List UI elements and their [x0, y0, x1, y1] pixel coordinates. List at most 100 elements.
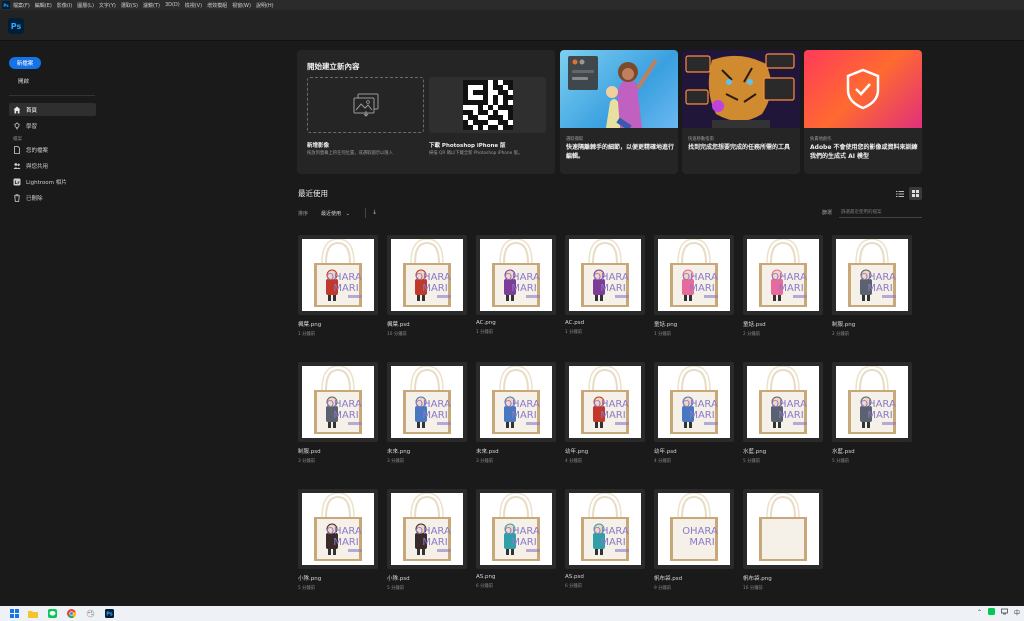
file-thumbnail[interactable]: OHARA MARI	[743, 235, 823, 315]
windows-icon[interactable]	[9, 609, 19, 619]
file-thumbnail[interactable]: OHARA MARI	[565, 362, 645, 442]
svg-text:OHARA: OHARA	[415, 272, 451, 283]
file-tile[interactable]: OHARA MARI 制服.png 2 分鐘前	[832, 235, 912, 337]
chevron-up-icon[interactable]: ⌃	[977, 609, 982, 616]
file-tile[interactable]: OHARA MARI AS.png 6 分鐘前	[476, 489, 556, 589]
file-thumbnail[interactable]	[743, 489, 823, 569]
line-tray-icon[interactable]	[987, 608, 995, 617]
filter-input[interactable]	[839, 207, 922, 218]
file-tile[interactable]: 帆布袋.png 10 分鐘前	[743, 489, 823, 591]
svg-text:MARI: MARI	[511, 283, 536, 294]
file-tile[interactable]: OHARA MARI 幼年.psd 4 分鐘前	[654, 362, 734, 464]
file-tile[interactable]: OHARA MARI AC.psd 1 分鐘前	[565, 235, 645, 335]
file-thumbnail[interactable]: OHARA MARI	[387, 235, 467, 315]
file-tile[interactable]: OHARA MARI 未來.png 3 分鐘前	[387, 362, 467, 464]
file-thumbnail[interactable]: OHARA MARI	[476, 362, 556, 442]
svg-text:OHARA: OHARA	[771, 399, 807, 410]
file-thumbnail[interactable]: OHARA MARI	[387, 362, 467, 442]
photoshop-logo-icon[interactable]: Ps	[8, 18, 24, 34]
grid-view-button[interactable]	[909, 187, 922, 200]
promo-card-select[interactable]: 選取擷取 快速隔離棘手的細節，以便更精確地進行編輯。	[560, 50, 678, 174]
input-language[interactable]: 中	[1014, 608, 1020, 617]
file-thumbnail[interactable]: OHARA MARI	[476, 235, 556, 315]
sidebar-item-your-files[interactable]: 您的檔案	[9, 143, 96, 156]
sidebar-item-lightroom[interactable]: Lr Lightroom 相片	[9, 175, 96, 188]
file-thumbnail[interactable]: OHARA MARI	[743, 362, 823, 442]
menu-help[interactable]: 說明(H)	[256, 2, 274, 9]
chrome-icon[interactable]	[66, 609, 76, 619]
file-tile[interactable]: OHARA MARI 水藍.png 5 分鐘前	[743, 362, 823, 464]
shield-icon	[846, 68, 880, 110]
network-icon[interactable]	[1001, 608, 1008, 617]
menu-edit[interactable]: 編輯(E)	[35, 2, 52, 9]
new-image-dropzone[interactable]	[307, 77, 424, 133]
file-tile[interactable]: OHARA MARI AC.png 1 分鐘前	[476, 235, 556, 335]
qr-code-panel[interactable]	[429, 77, 546, 133]
file-thumbnail[interactable]: OHARA MARI	[832, 235, 912, 315]
file-thumbnail[interactable]: OHARA MARI	[298, 489, 378, 569]
file-tile[interactable]: OHARA MARI 楓葉.png 1 分鐘前	[298, 235, 378, 337]
new-image-title[interactable]: 新增影像	[307, 141, 329, 149]
menu-image[interactable]: 影像(I)	[57, 2, 72, 9]
file-thumbnail[interactable]: OHARA MARI	[654, 489, 734, 569]
file-name: 幼年.png	[565, 449, 589, 455]
file-tile[interactable]: OHARA MARI 童話.psd 2 分鐘前	[743, 235, 823, 337]
sort-label: 排序	[298, 211, 309, 217]
sidebar-item-label: 與您共用	[26, 163, 49, 170]
file-tile[interactable]: OHARA MARI 幼年.png 4 分鐘前	[565, 362, 645, 464]
list-view-button[interactable]	[894, 188, 905, 199]
menu-layer[interactable]: 圖層(L)	[77, 2, 94, 9]
sidebar-item-learn[interactable]: 學習	[9, 119, 96, 132]
menu-window[interactable]: 視窗(W)	[232, 2, 251, 9]
file-thumbnail[interactable]: OHARA MARI	[298, 362, 378, 442]
menu-3d[interactable]: 3D(D)	[165, 2, 180, 8]
file-thumbnail[interactable]: OHARA MARI	[298, 235, 378, 315]
file-thumbnail[interactable]: OHARA MARI	[476, 489, 556, 569]
new-file-button[interactable]: 新檔案	[9, 57, 41, 69]
sort-direction-button[interactable]: ↓	[372, 209, 377, 216]
file-thumbnail[interactable]: OHARA MARI	[654, 235, 734, 315]
file-tile[interactable]: OHARA MARI 水藍.psd 5 分鐘前	[832, 362, 912, 464]
menu-select[interactable]: 選取(S)	[121, 2, 138, 9]
open-button[interactable]: 開啟	[18, 77, 29, 85]
menu-view[interactable]: 檢視(V)	[185, 2, 202, 9]
menu-file[interactable]: 檔案(F)	[13, 2, 30, 9]
promo-card-guide[interactable]: 快速移動指南 找到完成您想要完成的任務所需的工具	[682, 50, 800, 174]
menu-filter[interactable]: 濾鏡(T)	[143, 2, 160, 9]
main-content: 開始建立新內容 新增影像 拖放到螢幕上的任何位置，或選取圖示以匯入 下載 Pho…	[104, 41, 1024, 606]
sidebar-item-label: 您的檔案	[26, 147, 49, 154]
promo-title: Adobe 不會使用您的影像或資料來訓練我們的生成式 AI 模型	[810, 144, 918, 160]
file-time: 3 分鐘前	[476, 459, 493, 464]
file-thumbnail[interactable]: OHARA MARI	[387, 489, 467, 569]
line-icon[interactable]	[47, 609, 57, 619]
file-tile[interactable]: OHARA MARI 未來.psd 3 分鐘前	[476, 362, 556, 464]
menu-plugins[interactable]: 增效模組	[207, 2, 227, 9]
new-image-desc: 拖放到螢幕上的任何位置，或選取圖示以匯入	[307, 151, 393, 156]
sort-dropdown[interactable]: 最近使用 ⌄	[321, 210, 350, 217]
file-tile[interactable]: OHARA MARI 制服.psd 3 分鐘前	[298, 362, 378, 464]
photoshop-icon[interactable]: Ps	[104, 609, 114, 619]
sidebar-item-shared[interactable]: 與您共用	[9, 159, 96, 172]
file-tile[interactable]: OHARA MARI 童話.png 1 分鐘前	[654, 235, 734, 337]
file-tile[interactable]: OHARA MARI 帆布袋.psd 9 分鐘前	[654, 489, 734, 591]
sidebar-item-deleted[interactable]: 已刪除	[9, 191, 96, 204]
paint-icon[interactable]	[85, 609, 95, 619]
sidebar-item-label: 首頁	[26, 107, 38, 114]
iphone-title[interactable]: 下載 Photoshop iPhone 版	[429, 141, 506, 149]
svg-text:OHARA: OHARA	[682, 399, 718, 410]
promo-card-ai[interactable]: 負責地創作 Adobe 不會使用您的影像或資料來訓練我們的生成式 AI 模型	[804, 50, 922, 174]
file-time: 4 分鐘前	[565, 459, 582, 464]
file-thumbnail[interactable]: OHARA MARI	[654, 362, 734, 442]
file-name: AS.psd	[565, 574, 584, 580]
file-tile[interactable]: OHARA MARI 楓葉.psd 10 分鐘前	[387, 235, 467, 337]
explorer-icon[interactable]	[28, 609, 38, 619]
file-tile[interactable]: OHARA MARI AS.psd 6 分鐘前	[565, 489, 645, 589]
file-tile[interactable]: OHARA MARI 小隊.psd 5 分鐘前	[387, 489, 467, 591]
file-name: 幼年.psd	[654, 449, 677, 455]
menu-type[interactable]: 文字(Y)	[99, 2, 116, 9]
file-thumbnail[interactable]: OHARA MARI	[832, 362, 912, 442]
file-tile[interactable]: OHARA MARI 小隊.png 5 分鐘前	[298, 489, 378, 591]
file-thumbnail[interactable]: OHARA MARI	[565, 235, 645, 315]
file-thumbnail[interactable]: OHARA MARI	[565, 489, 645, 569]
sidebar-item-home[interactable]: 首頁	[9, 103, 96, 116]
